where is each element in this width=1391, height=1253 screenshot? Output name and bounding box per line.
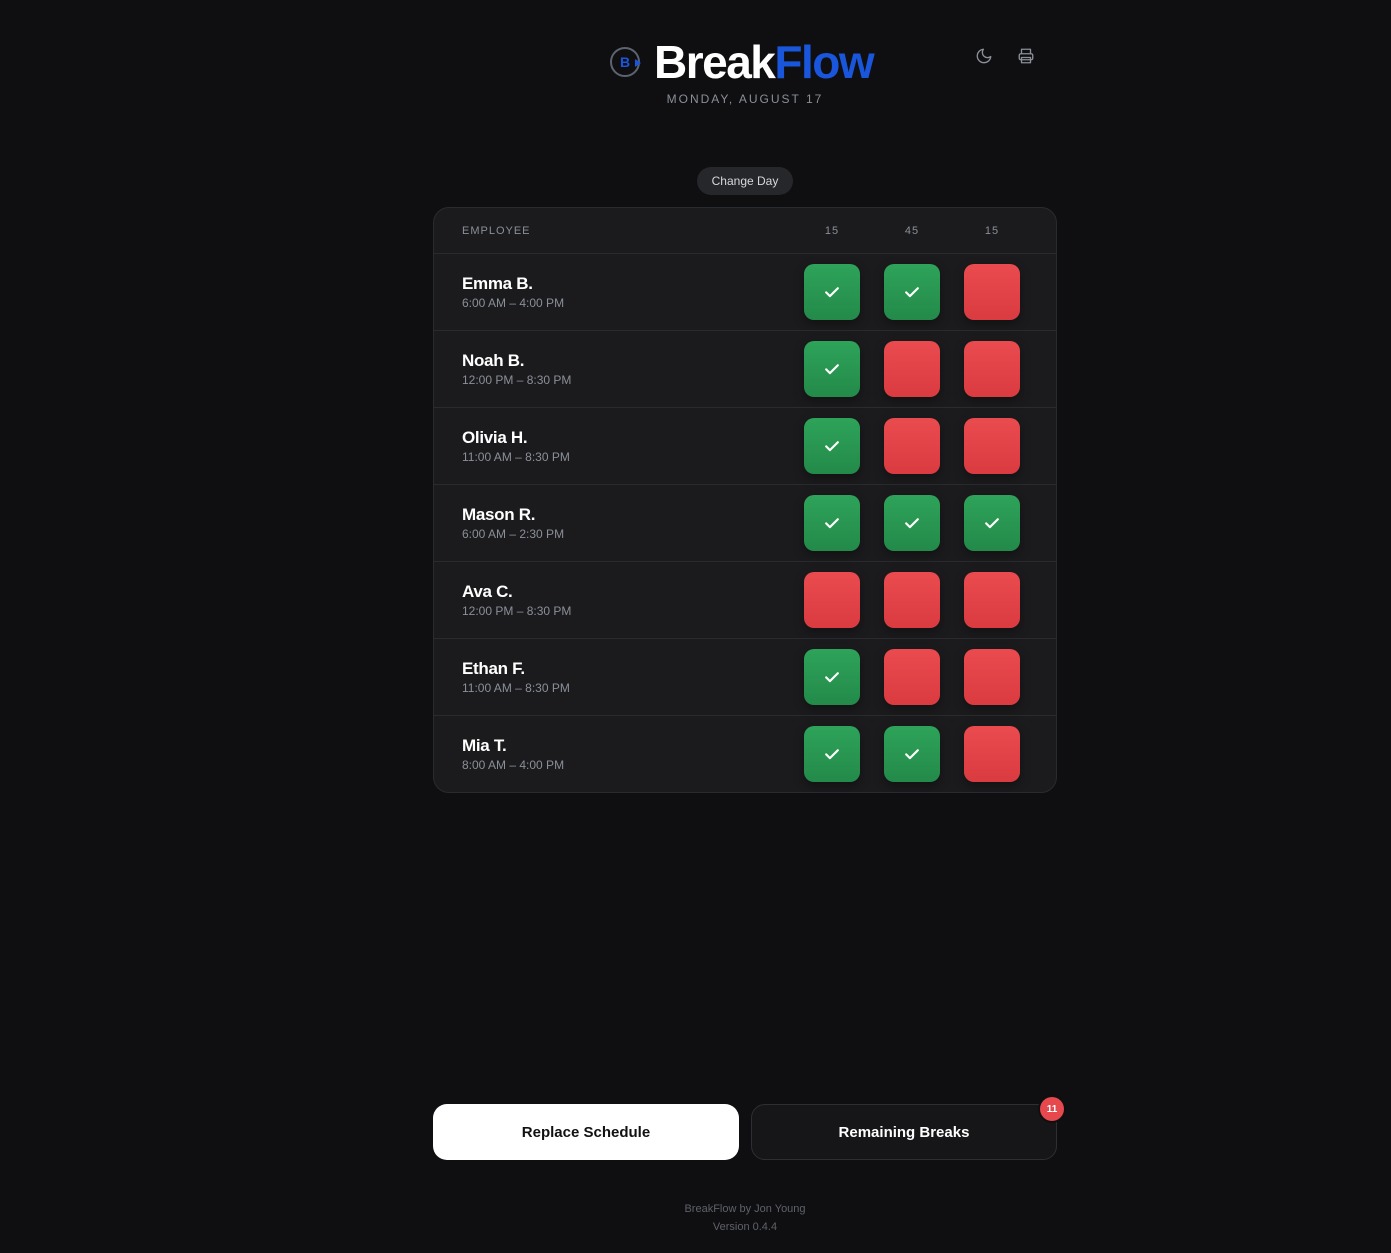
break-table: EMPLOYEE 15 45 15 Emma B. 6:00 AM – 4:00 … — [433, 207, 1057, 793]
employee-name: Noah B. — [462, 351, 525, 370]
table-row: Olivia H. 11:00 AM – 8:30 PM — [434, 408, 1056, 485]
replace-schedule-button[interactable]: Replace Schedule — [433, 1104, 739, 1160]
table-header: EMPLOYEE 15 45 15 — [434, 208, 1056, 254]
brand: B BreakFlow — [610, 36, 875, 88]
break-toggle-2[interactable] — [884, 572, 940, 628]
break-toggle-3[interactable] — [964, 264, 1020, 320]
footer-credit: BreakFlow by Jon Young — [684, 1203, 806, 1215]
employee-shift-hours: 6:00 AM – 2:30 PM — [462, 527, 565, 541]
header-actions — [972, 44, 1038, 68]
footer-version: Version 0.4.4 — [712, 1221, 778, 1233]
break-column-header-1: 15 — [824, 225, 840, 237]
break-toggle-2[interactable] — [884, 649, 940, 705]
employee-shift-hours: 12:00 PM – 8:30 PM — [462, 373, 572, 387]
check-icon — [822, 744, 842, 764]
break-toggle-1[interactable] — [804, 572, 860, 628]
check-icon — [982, 513, 1002, 533]
break-toggle-1[interactable] — [804, 726, 860, 782]
break-toggle-3[interactable] — [964, 418, 1020, 474]
break-toggle-3[interactable] — [964, 649, 1020, 705]
printer-icon[interactable] — [1014, 44, 1038, 68]
break-toggle-3[interactable] — [964, 572, 1020, 628]
table-row: Mason R. 6:00 AM – 2:30 PM — [434, 485, 1056, 562]
break-toggle-1[interactable] — [804, 649, 860, 705]
table-row: Noah B. 12:00 PM – 8:30 PM — [434, 331, 1056, 408]
employee-shift-hours: 6:00 AM – 4:00 PM — [462, 296, 565, 310]
logo-icon: B — [610, 47, 641, 77]
table-body: Emma B. 6:00 AM – 4:00 PM Noah B. 12:00 PM … — [434, 254, 1056, 792]
break-toggle-2[interactable] — [884, 341, 940, 397]
header: B BreakFlow MONDAY, AUGUST 17 — [0, 0, 1391, 120]
brand-name-flow: Flow — [774, 36, 874, 88]
check-icon — [822, 667, 842, 687]
employee-name: Emma B. — [462, 274, 533, 293]
break-column-header-3: 15 — [984, 225, 1000, 237]
table-row: Emma B. 6:00 AM – 4:00 PM — [434, 254, 1056, 331]
check-icon — [902, 744, 922, 764]
break-toggle-3[interactable] — [964, 495, 1020, 551]
remaining-breaks-badge: 11 — [1040, 1097, 1064, 1121]
employee-name: Olivia H. — [462, 428, 528, 447]
break-toggle-2[interactable] — [884, 264, 940, 320]
check-icon — [822, 282, 842, 302]
check-icon — [822, 436, 842, 456]
break-toggle-2[interactable] — [884, 418, 940, 474]
employee-shift-hours: 12:00 PM – 8:30 PM — [462, 604, 572, 618]
table-row: Ava C. 12:00 PM – 8:30 PM — [434, 562, 1056, 639]
break-toggle-1[interactable] — [804, 418, 860, 474]
table-row: Mia T. 8:00 AM – 4:00 PM — [434, 716, 1056, 792]
employee-shift-hours: 8:00 AM – 4:00 PM — [462, 758, 565, 772]
break-column-header-2: 45 — [904, 225, 920, 237]
brand-name: BreakFlow — [654, 36, 875, 88]
employee-column-header: EMPLOYEE — [462, 225, 531, 237]
employee-shift-hours: 11:00 AM – 8:30 PM — [462, 450, 570, 464]
employee-name: Mia T. — [462, 736, 507, 755]
footer: BreakFlow by Jon Young Version 0.4.4 — [0, 1200, 1391, 1236]
brand-name-break: Break — [654, 36, 776, 88]
check-icon — [822, 513, 842, 533]
change-day-button[interactable]: Change Day — [697, 167, 793, 195]
check-icon — [902, 513, 922, 533]
employee-name: Ethan F. — [462, 659, 525, 678]
remaining-breaks-button[interactable]: Remaining Breaks — [751, 1104, 1057, 1160]
employee-name: Ava C. — [462, 582, 513, 601]
check-icon — [822, 359, 842, 379]
break-toggle-2[interactable] — [884, 495, 940, 551]
logo-letter: B — [619, 54, 631, 70]
employee-name: Mason R. — [462, 505, 536, 524]
logo-arrow-icon — [635, 59, 641, 67]
break-toggle-3[interactable] — [964, 341, 1020, 397]
break-toggle-1[interactable] — [804, 264, 860, 320]
check-icon — [902, 282, 922, 302]
current-date: MONDAY, AUGUST 17 — [666, 92, 824, 106]
table-row: Ethan F. 11:00 AM – 8:30 PM — [434, 639, 1056, 716]
moon-icon[interactable] — [972, 44, 996, 68]
break-toggle-2[interactable] — [884, 726, 940, 782]
break-toggle-3[interactable] — [964, 726, 1020, 782]
employee-shift-hours: 11:00 AM – 8:30 PM — [462, 681, 570, 695]
break-toggle-1[interactable] — [804, 495, 860, 551]
break-toggle-1[interactable] — [804, 341, 860, 397]
